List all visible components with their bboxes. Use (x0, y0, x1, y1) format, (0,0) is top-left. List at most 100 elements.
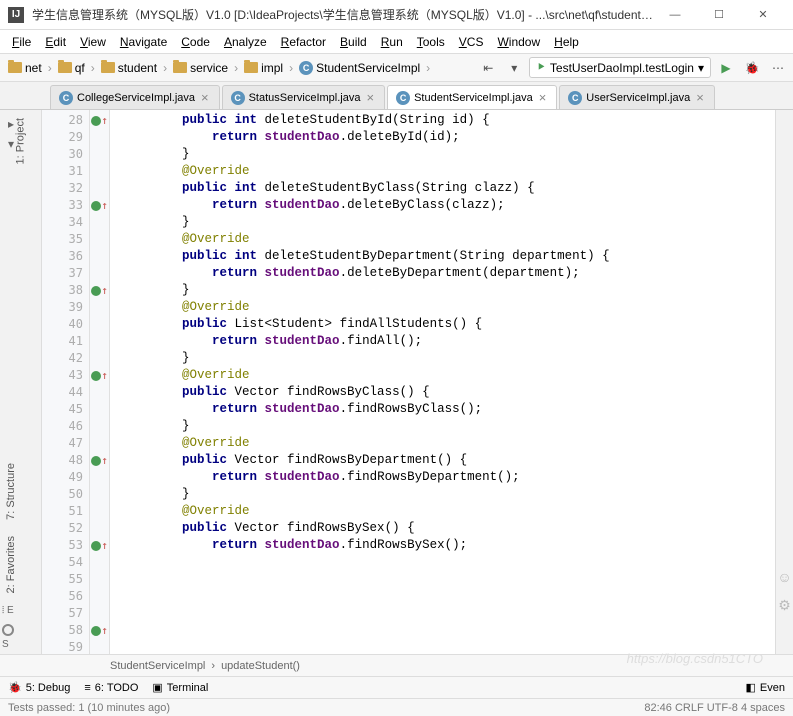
menu-vcs[interactable]: VCS (453, 33, 490, 51)
settings-icon[interactable]: ⚙ (778, 597, 791, 614)
e-marker[interactable]: ⦙ E (0, 601, 22, 620)
status-right: 82:46 CRLF UTF-8 4 spaces (644, 702, 785, 714)
close-icon[interactable]: × (364, 90, 376, 105)
line-numbers: 2829303132333435363738394041424344454647… (42, 110, 90, 654)
override-gutter-icon[interactable] (91, 286, 101, 296)
menu-edit[interactable]: Edit (39, 33, 72, 51)
code-line[interactable]: @Override (122, 299, 775, 316)
code-line[interactable]: return studentDao.findAll(); (122, 333, 775, 350)
code-line[interactable]: return studentDao.deleteByClass(clazz); (122, 197, 775, 214)
right-gutter: ☺ ⚙ (775, 110, 793, 654)
bottom-tool-tabs: 🐞 5: Debug ≡ 6: TODO ▣ Terminal ◧ Even (0, 676, 793, 698)
code-line[interactable]: public int deleteStudentById(String id) … (122, 112, 775, 129)
code-line[interactable]: return studentDao.findRowsByClass(); (122, 401, 775, 418)
close-icon[interactable]: × (694, 90, 706, 105)
breadcrumb-student[interactable]: student (97, 59, 161, 77)
code-line[interactable]: public Vector findRowsByDepartment() { (122, 452, 775, 469)
bc-method[interactable]: updateStudent() (221, 660, 300, 672)
code-line[interactable]: return studentDao.deleteById(id); (122, 129, 775, 146)
tab-userserviceimpl[interactable]: CUserServiceImpl.java× (559, 85, 715, 109)
menu-window[interactable]: Window (491, 33, 546, 51)
menu-tools[interactable]: Tools (411, 33, 451, 51)
breadcrumb-impl[interactable]: impl (240, 59, 287, 77)
code-editor[interactable]: public int deleteStudentById(String id) … (110, 110, 775, 654)
breadcrumb-net[interactable]: net (4, 59, 46, 77)
bc-class[interactable]: StudentServiceImpl (110, 660, 205, 672)
nav-back-icon[interactable]: ⇤ (477, 57, 499, 79)
breadcrumb-studentserviceimpl[interactable]: CStudentServiceImpl (295, 59, 424, 77)
code-line[interactable]: return studentDao.findRowsBySex(); (122, 537, 775, 554)
run-config-label: TestUserDaoImpl.testLogin (550, 61, 694, 75)
app-icon: IJ (8, 7, 24, 23)
breadcrumb-service[interactable]: service (169, 59, 232, 77)
minimize-button[interactable]: — (653, 1, 697, 29)
menu-refactor[interactable]: Refactor (275, 33, 332, 51)
code-line[interactable]: @Override (122, 367, 775, 384)
close-icon[interactable]: × (537, 90, 549, 105)
more-run-icon[interactable]: ⋯ (767, 57, 789, 79)
menu-help[interactable]: Help (548, 33, 585, 51)
run-config-selector[interactable]: ⯈ TestUserDaoImpl.testLogin ▾ (529, 57, 711, 78)
menu-view[interactable]: View (74, 33, 112, 51)
debug-button[interactable]: 🐞 (741, 57, 763, 79)
code-line[interactable]: public int deleteStudentByDepartment(Str… (122, 248, 775, 265)
code-line[interactable]: public List<Student> findAllStudents() { (122, 316, 775, 333)
folder-icon (173, 62, 187, 73)
gutter-marks: ↑↑↑↑↑↑↑ (90, 110, 110, 654)
window-controls: — ☐ ✕ (653, 1, 785, 29)
menu-navigate[interactable]: Navigate (114, 33, 173, 51)
code-line[interactable]: } (122, 282, 775, 299)
chevron-right-icon: › (424, 61, 432, 75)
chevron-right-icon: › (232, 61, 240, 75)
event-log-tab[interactable]: ◧ Even (746, 681, 785, 694)
chevron-right-icon: › (46, 61, 54, 75)
close-icon[interactable]: × (199, 90, 211, 105)
code-line[interactable]: return studentDao.findRowsByDepartment()… (122, 469, 775, 486)
code-line[interactable]: } (122, 486, 775, 503)
code-line[interactable]: @Override (122, 503, 775, 520)
close-button[interactable]: ✕ (741, 1, 785, 29)
override-gutter-icon[interactable] (91, 541, 101, 551)
breadcrumb-qf[interactable]: qf (54, 59, 89, 77)
class-icon: C (568, 91, 582, 105)
override-gutter-icon[interactable] (91, 626, 101, 636)
chevron-right-icon: › (211, 660, 215, 672)
s-marker[interactable]: S (0, 620, 22, 654)
code-line[interactable]: return studentDao.deleteByDepartment(dep… (122, 265, 775, 282)
tab-collegeserviceimpl[interactable]: CCollegeServiceImpl.java× (50, 85, 220, 109)
code-line[interactable]: @Override (122, 435, 775, 452)
code-line[interactable]: } (122, 214, 775, 231)
menu-code[interactable]: Code (175, 33, 216, 51)
favorites-tool-tab[interactable]: 2: Favorites (0, 528, 22, 601)
override-gutter-icon[interactable] (91, 201, 101, 211)
project-tool-tab[interactable]: 1: Project (0, 110, 41, 172)
menu-run[interactable]: Run (375, 33, 409, 51)
code-line[interactable]: public Vector findRowsByClass() { (122, 384, 775, 401)
structure-tool-tab[interactable]: 7: Structure (0, 455, 22, 528)
debug-tab[interactable]: 🐞 5: Debug (8, 681, 70, 694)
emoji-icon[interactable]: ☺ (777, 569, 791, 585)
menu-build[interactable]: Build (334, 33, 373, 51)
menu-analyze[interactable]: Analyze (218, 33, 273, 51)
override-gutter-icon[interactable] (91, 116, 101, 126)
class-icon: C (231, 91, 245, 105)
override-gutter-icon[interactable] (91, 371, 101, 381)
code-line[interactable]: } (122, 350, 775, 367)
code-line[interactable]: public int deleteStudentByClass(String c… (122, 180, 775, 197)
code-line[interactable]: public Vector findRowsBySex() { (122, 520, 775, 537)
maximize-button[interactable]: ☐ (697, 1, 741, 29)
code-line[interactable]: @Override (122, 231, 775, 248)
run-button[interactable]: ▶ (715, 57, 737, 79)
code-line[interactable]: } (122, 418, 775, 435)
build-icon[interactable]: ▾ (503, 57, 525, 79)
menu-file[interactable]: File (6, 33, 37, 51)
tab-studentserviceimpl[interactable]: CStudentServiceImpl.java× (387, 85, 557, 109)
code-line[interactable]: @Override (122, 163, 775, 180)
terminal-tab[interactable]: ▣ Terminal (152, 681, 208, 694)
todo-tab[interactable]: ≡ 6: TODO (84, 682, 138, 694)
folder-icon (8, 62, 22, 73)
override-gutter-icon[interactable] (91, 456, 101, 466)
code-line[interactable]: } (122, 146, 775, 163)
tab-statusserviceimpl[interactable]: CStatusServiceImpl.java× (222, 85, 385, 109)
breadcrumb: net›qf›student›service›impl›CStudentServ… (4, 59, 432, 77)
